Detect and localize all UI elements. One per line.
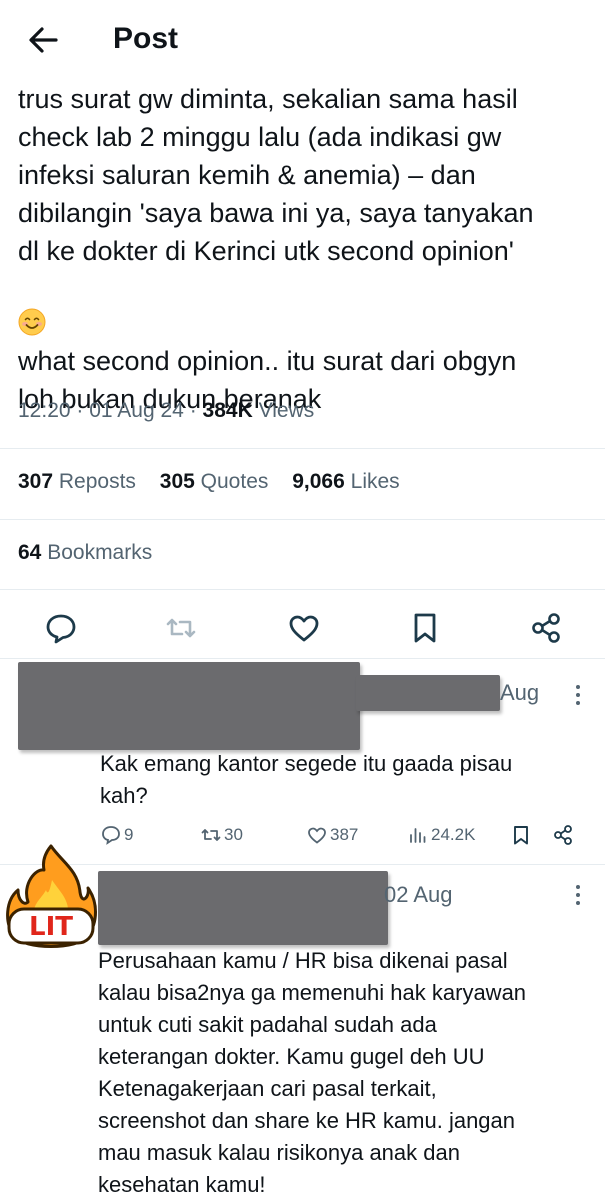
reposts-count: 307	[18, 470, 54, 493]
reply-count: 9	[124, 825, 134, 844]
divider	[0, 519, 605, 520]
reply-bookmark-icon[interactable]	[510, 822, 534, 848]
bookmarks-label: Bookmarks	[47, 541, 153, 564]
engagement-stats: 307 Reposts 305 Quotes 9,066 Likes	[18, 470, 418, 494]
back-arrow-icon[interactable]	[26, 22, 66, 58]
reply-text: Kak emang kantor segede itu gaada pisau …	[100, 751, 513, 808]
like-count: 387	[330, 825, 359, 844]
divider	[0, 589, 605, 590]
separator-dot: ·	[76, 399, 84, 422]
repost-count-button[interactable]: 30	[200, 822, 243, 848]
reply-date: 02 Aug	[384, 882, 453, 907]
tweet-text-part1: trus surat gw diminta, sekalian sama has…	[18, 84, 534, 266]
bookmarks-stat[interactable]: 64 Bookmarks	[18, 541, 152, 565]
reply-share-icon[interactable]	[552, 822, 576, 848]
likes-stat[interactable]: 9,066 Likes	[292, 470, 399, 493]
more-options-icon[interactable]	[566, 883, 590, 907]
bookmark-icon[interactable]	[407, 610, 443, 646]
separator-dot: ·	[189, 399, 197, 422]
tweet-meta: 12:20 · 01 Aug 24 · 384K Views	[18, 399, 314, 423]
reply-text: Perusahaan kamu / HR bisa dikenai pasal …	[98, 948, 527, 1197]
reposts-stat[interactable]: 307 Reposts	[18, 470, 136, 493]
like-icon[interactable]	[286, 610, 322, 646]
share-icon[interactable]	[528, 610, 564, 646]
reply-count-button[interactable]: 9	[100, 822, 133, 848]
quotes-stat[interactable]: 305 Quotes	[160, 470, 269, 493]
views-count: 24.2K	[431, 825, 476, 844]
tweet-text: trus surat gw diminta, sekalian sama has…	[18, 80, 598, 418]
likes-count: 9,066	[292, 470, 345, 493]
redacted-avatar-name	[98, 871, 388, 945]
reposts-label: Reposts	[58, 470, 136, 493]
views-label: Views	[258, 399, 315, 422]
repost-icon[interactable]	[163, 610, 199, 646]
sticker-label: LIT	[29, 912, 73, 942]
redacted-handle	[356, 675, 500, 711]
quotes-count: 305	[159, 470, 195, 493]
quotes-label: Quotes	[200, 470, 269, 493]
redacted-avatar-name	[18, 662, 360, 750]
top-bar: Post	[0, 0, 605, 82]
page-title: Post	[113, 22, 179, 55]
views-count-button[interactable]: 24.2K	[407, 822, 475, 848]
reply-icon[interactable]	[43, 610, 79, 646]
like-count-button[interactable]: 387	[306, 822, 358, 848]
more-options-icon[interactable]	[566, 683, 590, 707]
repost-count: 30	[224, 825, 243, 844]
tweet-date: 01 Aug 24	[89, 399, 184, 422]
smiling-face-icon	[18, 270, 46, 336]
reply-date: Aug	[500, 680, 540, 705]
lit-fire-sticker-icon: LIT	[2, 840, 100, 958]
views-count: 384K	[202, 399, 253, 422]
tweet-time: 12:20	[18, 399, 71, 422]
divider	[0, 448, 605, 449]
likes-label: Likes	[350, 470, 400, 493]
bookmarks-count: 64	[18, 541, 42, 564]
reply-item[interactable]: LIT 02 Aug Perusahaan kamu / HR bisa dik…	[0, 844, 605, 1200]
